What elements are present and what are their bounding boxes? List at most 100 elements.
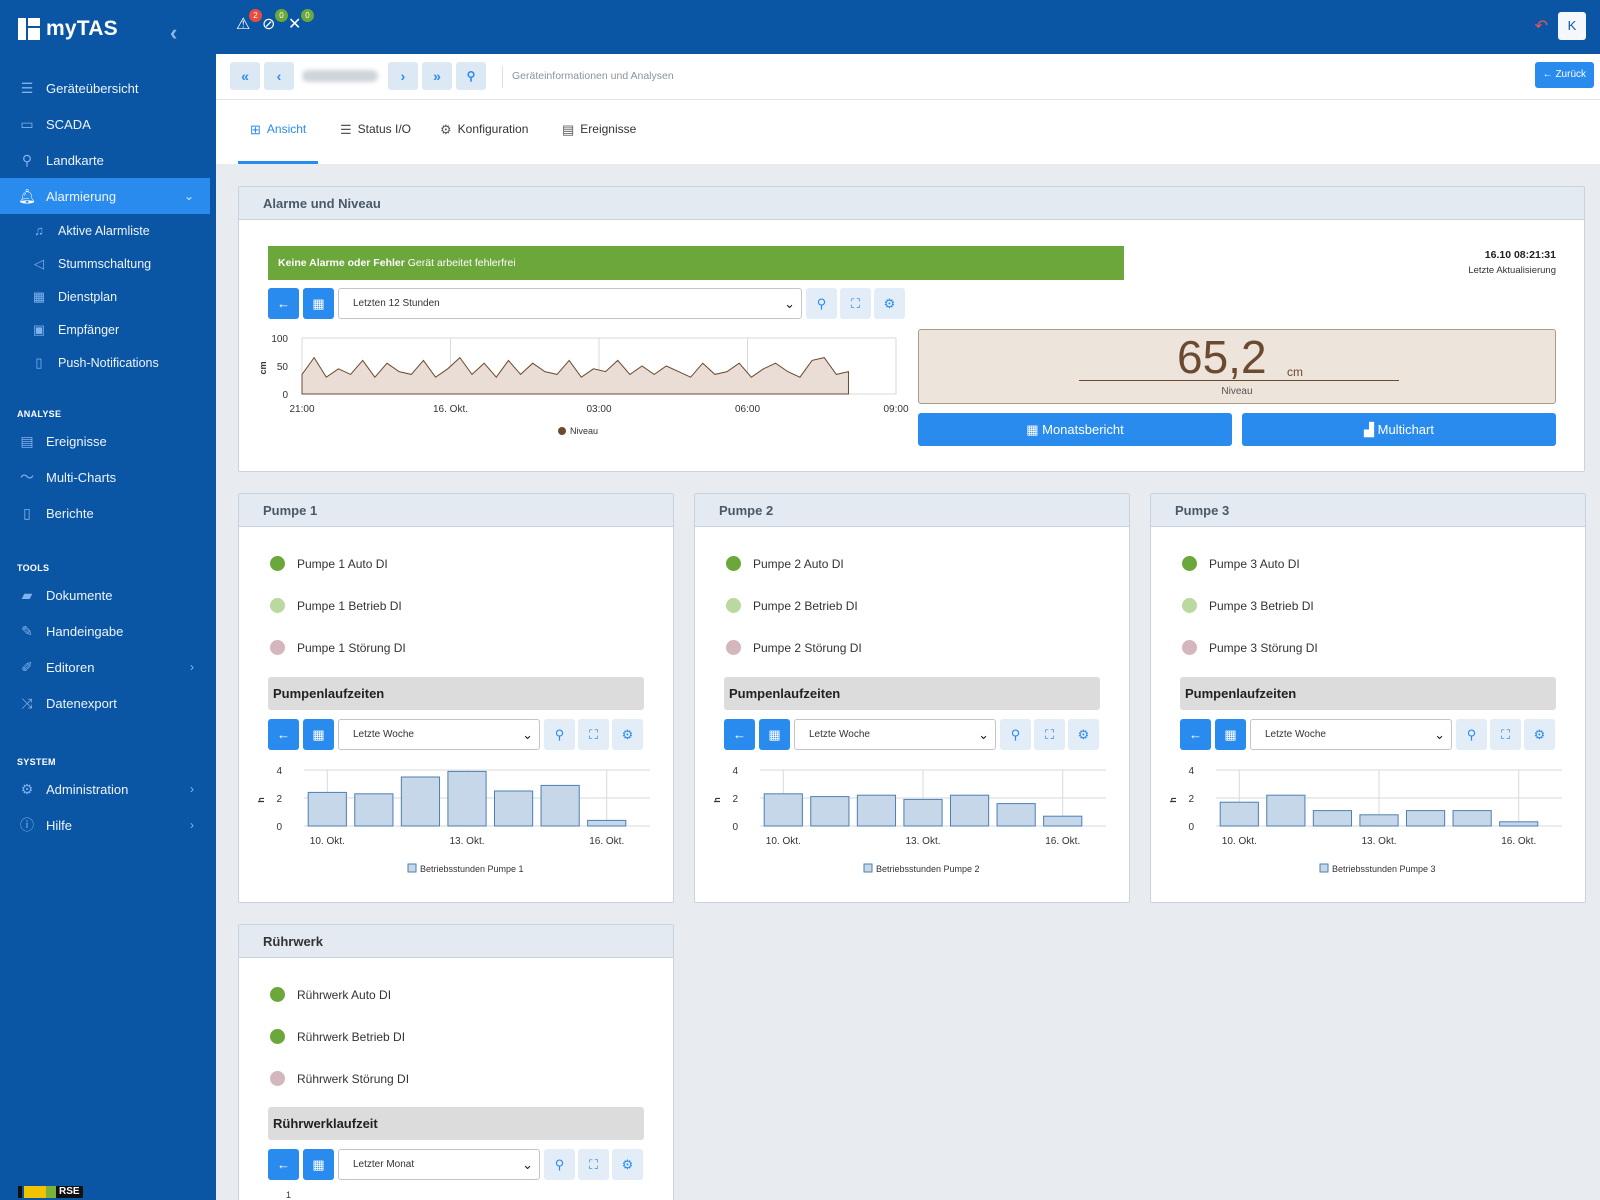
list-alt-icon: ▤: [562, 122, 575, 137]
status-dot: [270, 598, 285, 613]
back-arrow-button[interactable]: ←: [1180, 719, 1211, 750]
calendar-button[interactable]: ▦: [303, 1149, 334, 1180]
status-dot: [1182, 640, 1197, 655]
pump-3-toolbar: ← ▦ Letzte Woche ⌄ ⚲ ⛶ ⚙: [1180, 719, 1556, 751]
prev-device-button[interactable]: ‹: [264, 62, 294, 90]
signal-label: Pumpe 1 Störung DI: [297, 640, 406, 655]
multichart-button[interactable]: ▟ Multichart: [1242, 413, 1556, 446]
chevron-right-icon: ›: [190, 782, 194, 796]
back-arrow-button[interactable]: ←: [268, 288, 299, 319]
tab-ansicht[interactable]: ⊞ Ansicht: [238, 122, 319, 164]
range-select[interactable]: Letzte Woche ⌄: [338, 719, 540, 750]
first-device-button[interactable]: «: [230, 62, 260, 90]
back-arrow-button[interactable]: ←: [268, 719, 299, 750]
zoom-button[interactable]: ⚲: [544, 719, 575, 750]
last-device-button[interactable]: »: [422, 62, 452, 90]
sidebar-item-editoren[interactable]: ✐ Editoren ›: [0, 649, 216, 685]
tab-status-io[interactable]: ☰ Status I/O: [340, 122, 411, 164]
eye-slash-icon[interactable]: ⊘ 0: [262, 9, 288, 34]
sidebar-item-label: Editoren: [46, 659, 95, 675]
bars-icon: ☰: [340, 122, 352, 137]
sidebar-item-label: Geräteübersicht: [46, 80, 139, 96]
chart-settings-button[interactable]: ⚙: [1524, 719, 1555, 750]
bell-slash-icon[interactable]: ✕ 0: [288, 9, 314, 34]
zoom-button[interactable]: ⚲: [806, 288, 837, 319]
range-select[interactable]: Letzter Monat ⌄: [338, 1149, 540, 1180]
user-avatar-button[interactable]: K: [1558, 12, 1586, 40]
fullscreen-button[interactable]: ⛶: [1034, 719, 1065, 750]
sidebar-item-dokumente[interactable]: ▰ Dokumente: [0, 577, 216, 613]
sidebar-item-scada[interactable]: ▭ SCADA: [0, 106, 216, 142]
fullscreen-button[interactable]: ⛶: [578, 719, 609, 750]
niveau-chart-toolbar: ← ▦ Letzten 12 Stunden ⌄ ⚲ ⛶ ⚙: [268, 288, 908, 320]
collapse-sidebar-icon[interactable]: ‹: [170, 20, 177, 46]
zoom-button[interactable]: ⚲: [1456, 719, 1487, 750]
sidebar-item-stummschaltung[interactable]: ◁ Stummschaltung: [0, 247, 216, 280]
bar: [400, 776, 441, 827]
chart-settings-button[interactable]: ⚙: [1068, 719, 1099, 750]
sidebar-item-multi-charts[interactable]: 〜 Multi-Charts: [0, 459, 216, 495]
zoom-button[interactable]: ⚲: [544, 1149, 575, 1180]
fullscreen-button[interactable]: ⛶: [1490, 719, 1521, 750]
chart-settings-button[interactable]: ⚙: [612, 719, 643, 750]
fullscreen-button[interactable]: ⛶: [578, 1149, 609, 1180]
sidebar-item-label: Landkarte: [46, 152, 104, 168]
sidebar-item-label: Dokumente: [46, 587, 113, 603]
range-select[interactable]: Letzten 12 Stunden ⌄: [338, 288, 802, 319]
calendar-button[interactable]: ▦: [303, 719, 334, 750]
sidebar-item-datenexport[interactable]: ⤨ Datenexport: [0, 685, 216, 721]
chart-settings-button[interactable]: ⚙: [612, 1149, 643, 1180]
x-tick-label: 16. Okt.: [433, 404, 468, 415]
legend-marker: [1319, 863, 1329, 873]
back-button[interactable]: ← Zurück: [1534, 62, 1594, 88]
y-tick-label: 50: [277, 362, 289, 373]
last-update-label: Letzte Aktualisierung: [1468, 265, 1556, 276]
y-tick-label: 2: [732, 794, 738, 805]
calendar-button[interactable]: ▦: [759, 719, 790, 750]
status-dot: [1182, 556, 1197, 571]
sidebar-item-landkarte[interactable]: ⚲ Landkarte: [0, 142, 216, 178]
sidebar-item-dienstplan[interactable]: ▦ Dienstplan: [0, 280, 216, 313]
bar: [493, 790, 534, 827]
zoom-button[interactable]: ⚲: [1000, 719, 1031, 750]
pump-2-toolbar: ← ▦ Letzte Woche ⌄ ⚲ ⛶ ⚙: [724, 719, 1100, 751]
app-logo[interactable]: myTAS: [18, 17, 118, 41]
search-device-button[interactable]: ⚲: [456, 62, 486, 90]
chart-settings-button[interactable]: ⚙: [874, 288, 905, 319]
sidebar-item-empfaenger[interactable]: ▣ Empfänger: [0, 313, 216, 346]
monatsbericht-button[interactable]: ▦ Monatsbericht: [918, 413, 1232, 446]
back-arrow-button[interactable]: ←: [268, 1149, 299, 1180]
sidebar-item-hilfe[interactable]: ⓘ Hilfe ›: [0, 807, 216, 843]
sidebar-item-geraeteuebersicht[interactable]: ☰ Geräteübersicht: [0, 70, 216, 106]
sidebar-item-administration[interactable]: ⚙ Administration ›: [0, 771, 216, 807]
undo-icon[interactable]: ↶: [1535, 16, 1548, 36]
next-device-button[interactable]: ›: [388, 62, 418, 90]
calendar-icon: ▦: [32, 288, 46, 304]
range-select[interactable]: Letzte Woche ⌄: [1250, 719, 1452, 750]
status-dot: [270, 1029, 285, 1044]
calendar-button[interactable]: ▦: [1215, 719, 1246, 750]
sidebar-item-alarmierung[interactable]: 🔔︎ Alarmierung ⌄: [0, 178, 210, 214]
fullscreen-button[interactable]: ⛶: [840, 288, 871, 319]
speaker-mute-icon: ◁: [34, 255, 44, 271]
tab-bar: ⊞ Ansicht ☰ Status I/O ⚙ Konfiguration ▤ Ere…: [216, 100, 1600, 164]
alarm-status-bar: Keine Alarme oder Fehler Gerät arbeitet …: [268, 246, 1124, 280]
range-select[interactable]: Letzte Woche ⌄: [794, 719, 996, 750]
warning-icon[interactable]: ⚠ 2: [236, 9, 262, 34]
pump-1-chart: 0 2 4 h 10. Okt. 13. Okt. 16. Okt. Betriebsstun…: [258, 766, 650, 874]
sidebar-item-handeingabe[interactable]: ✎ Handeingabe: [0, 613, 216, 649]
back-arrow-button[interactable]: ←: [724, 719, 755, 750]
monitor-icon: ▭: [20, 115, 34, 132]
signal-label: Pumpe 2 Störung DI: [753, 640, 862, 655]
sidebar-item-berichte[interactable]: ▯ Berichte: [0, 495, 216, 531]
sidebar-item-push-notifications[interactable]: ▯ Push-Notifications: [0, 346, 216, 379]
card-title: Rührwerk: [239, 925, 673, 958]
tab-konfiguration[interactable]: ⚙ Konfiguration: [440, 122, 528, 164]
tab-ereignisse[interactable]: ▤ Ereignisse: [562, 122, 636, 164]
chevron-right-icon: ›: [190, 660, 194, 674]
signal-label: Pumpe 3 Auto DI: [1209, 556, 1300, 571]
sidebar-item-ereignisse[interactable]: ▤ Ereignisse: [0, 423, 216, 459]
sidebar-item-aktive-alarmliste[interactable]: ♫ Aktive Alarmliste: [0, 214, 216, 247]
status-dot: [726, 598, 741, 613]
calendar-button[interactable]: ▦: [303, 288, 334, 319]
